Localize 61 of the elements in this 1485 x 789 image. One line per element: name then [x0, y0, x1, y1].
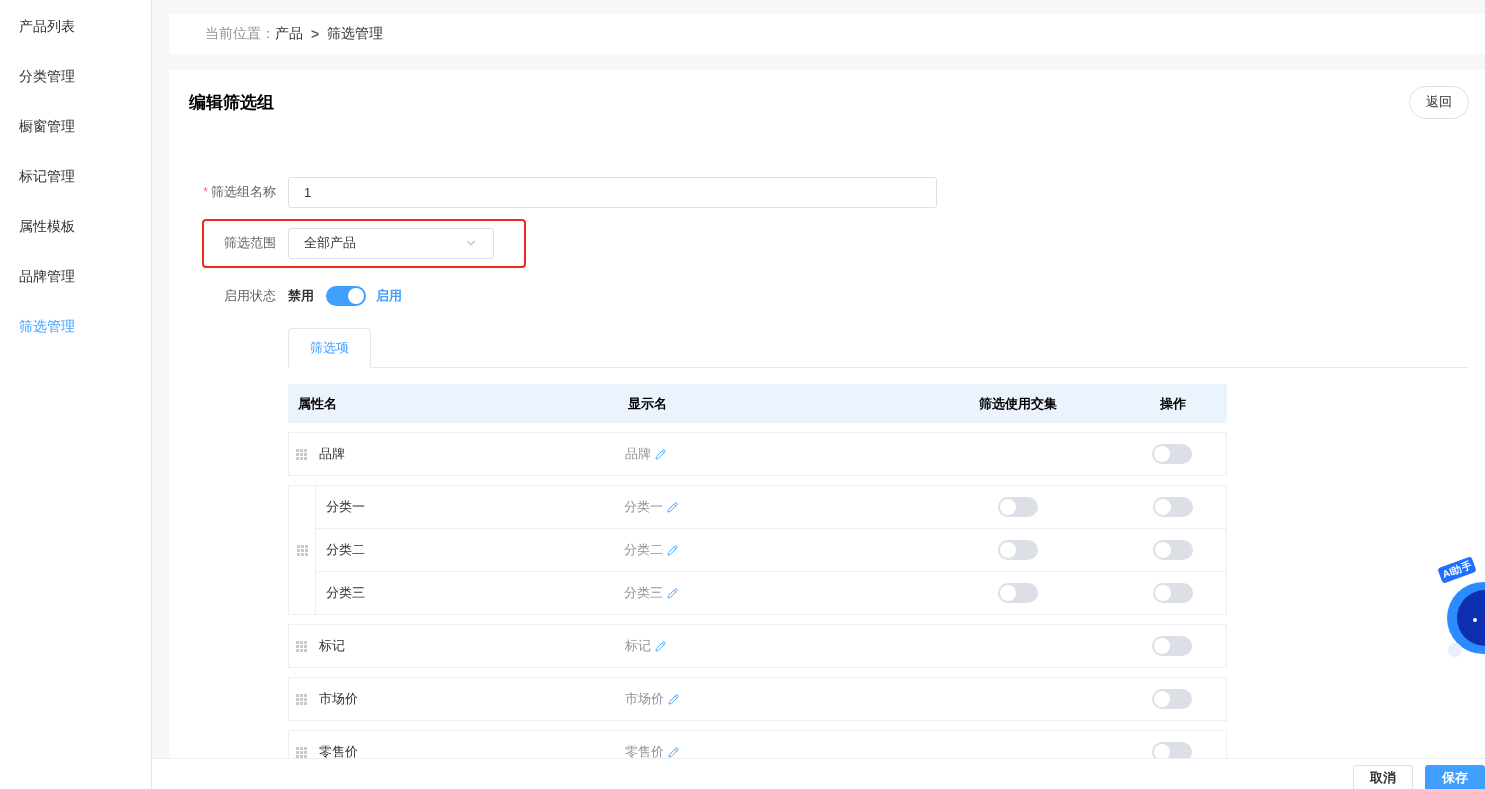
field-label: 启用状态 — [223, 287, 276, 305]
table-cell-text: 分类三 — [325, 584, 366, 602]
field-label: 筛选范围 — [223, 234, 276, 252]
drag-handle-icon[interactable] — [296, 448, 307, 460]
edit-icon[interactable] — [655, 640, 666, 652]
toggle-switch[interactable] — [1152, 540, 1193, 560]
toggle-switch[interactable] — [1151, 636, 1192, 656]
table-cell-text: 分类一 — [325, 498, 366, 516]
sidebar-item[interactable]: 品牌管理 — [0, 266, 151, 316]
page-title: 编辑筛选组 — [189, 91, 274, 114]
input-field[interactable]: 1 — [288, 176, 937, 208]
field-label: * 筛选组名称 — [202, 183, 276, 201]
table-cell: 市场价 — [619, 690, 919, 708]
table-cell: 分类三 — [618, 584, 918, 602]
column-header: 筛选使用交集 — [978, 394, 1058, 413]
breadcrumb-item[interactable]: 筛选管理 — [327, 25, 384, 43]
table-cell-text: 标记 — [318, 637, 346, 655]
toggle-switch[interactable] — [998, 583, 1038, 603]
breadcrumb-label: 当前位置： — [205, 25, 275, 43]
toggle-switch[interactable] — [1152, 583, 1193, 603]
edit-icon[interactable] — [667, 544, 678, 556]
sidebar-item[interactable]: 属性模板 — [0, 216, 151, 266]
sidebar-item[interactable]: 分类管理 — [0, 66, 151, 116]
toggle-switch[interactable] — [998, 497, 1038, 517]
table-cell: 品牌 — [619, 445, 919, 463]
table-cell-text: 分类二 — [325, 541, 366, 559]
back-button[interactable]: 返回 — [1409, 85, 1469, 119]
breadcrumb-separator: > — [311, 26, 320, 42]
column-header: 显示名 — [627, 394, 668, 413]
sidebar-item[interactable]: 标记管理 — [0, 166, 151, 216]
edit-icon[interactable] — [668, 746, 679, 758]
toggle-switch[interactable] — [1151, 742, 1192, 758]
table-cell: 分类一 — [618, 498, 918, 516]
toggle-switch[interactable] — [1151, 689, 1192, 709]
table-cell-text: 市场价 — [318, 690, 359, 708]
status-off-label: 禁用 — [288, 287, 314, 305]
table-cell-text: 零售价 — [318, 743, 359, 758]
column-header: 属性名 — [297, 394, 338, 413]
table-cell-text: 品牌 — [318, 445, 346, 463]
cancel-button[interactable]: 取消 — [1353, 765, 1413, 789]
column-header: 操作 — [1158, 394, 1187, 413]
edit-icon[interactable] — [667, 587, 678, 599]
status-on-label: 启用 — [376, 287, 402, 305]
sidebar-item[interactable]: 产品列表 — [0, 16, 151, 66]
edit-icon[interactable] — [668, 693, 679, 705]
toggle-switch[interactable] — [1152, 497, 1193, 517]
drag-handle-icon[interactable] — [296, 693, 307, 705]
toggle-switch[interactable] — [326, 286, 366, 306]
drag-handle-icon[interactable] — [296, 746, 307, 758]
drag-handle-icon[interactable] — [296, 544, 308, 556]
breadcrumb-item[interactable]: 产品 — [275, 25, 303, 43]
sidebar-item[interactable]: 橱窗管理 — [0, 116, 151, 166]
toggle-switch[interactable] — [1151, 444, 1192, 464]
edit-icon[interactable] — [667, 501, 678, 513]
table-cell: 标记 — [619, 637, 919, 655]
edit-icon[interactable] — [655, 448, 666, 460]
drag-handle-icon[interactable] — [296, 640, 307, 652]
toggle-switch[interactable] — [998, 540, 1038, 560]
select-field[interactable]: 全部产品 — [288, 227, 494, 259]
table-cell: 分类二 — [618, 541, 918, 559]
table-cell: 零售价 — [619, 743, 919, 758]
